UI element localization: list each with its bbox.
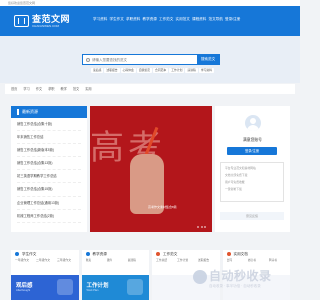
feature-list: 平台专业范文和素材网站 文档全部免费下载 用户可免费收藏 一键复制下载 — [220, 162, 284, 202]
feature-line: 文档全部免费下载 — [225, 173, 248, 177]
feature-line: 用户可免费收藏 — [225, 180, 245, 184]
section-title[interactable]: 实用文档 — [234, 252, 248, 257]
feature-line: 一键复制下载 — [225, 187, 242, 191]
section-link[interactable]: 申请书 — [269, 258, 290, 263]
category-bar: 首页 学习 作文 求职 教学 范文 实用 — [5, 84, 295, 94]
promo-card[interactable]: 观后感 Afterthought — [11, 275, 79, 300]
search-button[interactable]: 搜索范文 — [197, 55, 219, 64]
nav-item-login[interactable]: 登录/注册 — [225, 16, 242, 22]
hot-tag[interactable]: 工作计划 — [169, 68, 185, 73]
nav-item[interactable]: 学生作文 — [110, 16, 127, 22]
list-item[interactable]: 企业管理工作总结(通用13篇) — [17, 197, 81, 210]
category-item[interactable]: 求职 — [48, 84, 54, 94]
book-icon — [14, 15, 29, 27]
user-greeting: 满意您账号 — [243, 138, 262, 142]
section-icon — [15, 252, 19, 256]
hot-tag[interactable]: 演讲稿 — [185, 68, 198, 73]
nav-item[interactable]: 工作范文 — [159, 16, 176, 22]
section-link[interactable]: 课件 — [107, 258, 128, 263]
film-reel-icon — [56, 279, 73, 295]
section-link[interactable]: 二年级作文 — [36, 258, 57, 263]
hot-tag[interactable]: 心得体会 — [120, 68, 136, 73]
hot-tags: 读后感 述职报告 心得体会 自我鉴定 合同范本 工作计划 演讲稿 学习资料 — [91, 68, 215, 73]
watermark-subtitle: 自动收录 · 事半功倍 · 自动秒收录 — [209, 284, 261, 288]
category-item[interactable]: 教学 — [61, 84, 67, 94]
promo-title: 观后感 — [16, 283, 33, 289]
section-title[interactable]: 工作范文 — [163, 252, 177, 257]
nav-item[interactable]: 范文导航 — [209, 16, 226, 22]
login-button[interactable]: 登录/注册 — [227, 147, 277, 155]
search-hero: 搜索范文 读后感 述职报告 心得体会 自我鉴定 合同范本 工作计划 演讲稿 学习… — [0, 36, 300, 83]
featured-banner[interactable]: 高考 高考作文素材集合8篇 — [90, 106, 212, 232]
hot-tag[interactable]: 读后感 — [91, 68, 104, 73]
nav-item[interactable]: 实用范文 — [176, 16, 193, 22]
carousel-dots — [197, 226, 206, 228]
search-icon — [86, 57, 90, 62]
logo-domain: CHAFANWEN.COM — [32, 24, 59, 28]
hot-tag[interactable]: 学习资料 — [198, 68, 215, 73]
watermark: 自动秒收录 自动收录 · 事半功倍 · 自动秒收录 — [193, 266, 293, 300]
section-icon — [85, 252, 90, 256]
search-input[interactable] — [92, 57, 192, 62]
main-nav: 学习资料 学生作文 求职资料 教学资源 工作范文 实用范文 课程资料 范文导航 … — [93, 16, 242, 22]
section-link[interactable]: 述职报告 — [198, 258, 219, 263]
category-item[interactable]: 首页 — [11, 84, 17, 94]
section-link[interactable]: 一年级作文 — [15, 258, 36, 263]
section-icon — [226, 252, 231, 256]
list-item[interactable]: 销售工作总结(合集十篇) — [17, 118, 81, 132]
promo-subtitle: Afterthought — [16, 289, 31, 292]
carousel-dot[interactable] — [204, 226, 206, 228]
list-item[interactable]: 销售工作总结(合集15篇) — [17, 183, 81, 197]
list-item[interactable]: 初三英语学期教学工作总结 — [17, 170, 81, 184]
category-item[interactable]: 范文 — [73, 84, 79, 94]
section-link[interactable]: 工作总结 — [156, 258, 177, 263]
category-item[interactable]: 学习 — [23, 84, 29, 94]
list-item[interactable]: 销售工作总结(新版本5篇) — [17, 144, 81, 158]
nav-item[interactable]: 教学资源 — [143, 16, 160, 22]
list-item[interactable]: 机械工程师工作总结(2篇) — [17, 210, 81, 223]
latest-resources-title: 最新资源 — [22, 109, 38, 114]
carousel-dot[interactable] — [200, 226, 203, 228]
section-link[interactable]: 协议书 — [248, 258, 269, 263]
feature-line: 平台专业范文和素材网站 — [225, 166, 256, 170]
search-box: 搜索范文 — [82, 54, 220, 65]
category-item[interactable]: 实用 — [85, 84, 91, 94]
latest-resources-panel: 最新资源 销售工作总结(合集十篇) 年末销售工作总结 销售工作总结(新版本5篇)… — [11, 106, 87, 232]
watermark-title: 自动秒收录 — [209, 269, 272, 283]
calendar-icon — [127, 279, 143, 295]
hot-tag[interactable]: 合同范本 — [153, 68, 169, 73]
promo-title: 工作计划 — [86, 283, 109, 289]
list-icon — [17, 109, 19, 115]
list-item[interactable]: 销售工作总结(合集13篇) — [17, 157, 81, 171]
hot-tag[interactable]: 述职报告 — [104, 68, 120, 73]
section-link[interactable]: 工作计划 — [177, 258, 198, 263]
nav-item[interactable]: 求职资料 — [126, 16, 143, 22]
site-logo[interactable]: 查范文网 CHAFANWEN.COM — [14, 12, 74, 30]
promo-subtitle: Work Plan — [86, 289, 99, 292]
latest-resources-header: 最新资源 — [11, 106, 87, 118]
section-link[interactable]: 合同 — [227, 258, 248, 263]
list-item[interactable]: 年末销售工作总结 — [17, 131, 81, 145]
logo-title: 查范文网 — [32, 14, 71, 24]
watermark-logo-icon — [193, 270, 207, 284]
section-link[interactable]: 三年级作文 — [57, 258, 78, 263]
section-title[interactable]: 学生作文 — [22, 252, 36, 257]
section-link[interactable]: 说课稿 — [128, 258, 149, 263]
section-icon — [156, 252, 160, 256]
feedback-link[interactable]: 意见反馈 — [220, 212, 284, 220]
section-link[interactable]: 教案 — [86, 258, 107, 263]
banner-caption[interactable]: 高考作文素材集合8篇 — [148, 205, 177, 209]
nav-item[interactable]: 学习资料 — [93, 16, 110, 22]
site-header: 查范文网 CHAFANWEN.COM 学习资料 学生作文 求职资料 教学资源 工… — [0, 6, 300, 36]
hot-tag[interactable]: 自我鉴定 — [136, 68, 153, 73]
category-item[interactable]: 作文 — [36, 84, 42, 94]
section-title[interactable]: 教学资源 — [93, 252, 107, 257]
latest-resources-list: 销售工作总结(合集十篇) 年末销售工作总结 销售工作总结(新版本5篇) 销售工作… — [11, 118, 87, 223]
user-panel: 满意您账号 登录/注册 平台专业范文和素材网站 文档全部免费下载 用户可免费收藏… — [215, 106, 290, 232]
promo-card[interactable]: 工作计划 Work Plan — [81, 275, 149, 300]
carousel-dot[interactable] — [197, 226, 199, 228]
avatar-icon — [245, 115, 261, 131]
nav-item[interactable]: 课程资料 — [192, 16, 209, 22]
